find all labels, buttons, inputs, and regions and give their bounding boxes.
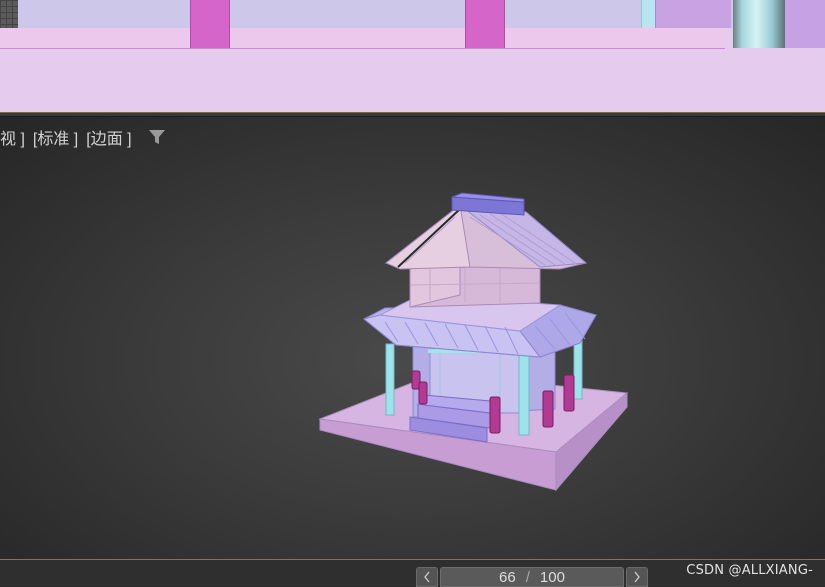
top-view-right-block [785,0,825,48]
current-frame: 66 [499,568,516,586]
time-slider-bar: 66 / 100 CSDN @ALLXIANG- [0,559,825,587]
top-view-lavender-block [655,0,731,28]
top-view-ledge-band [0,28,725,49]
chevron-right-icon [634,571,640,583]
top-view-cyan-strip [641,0,656,28]
total-frames: 100 [539,568,565,586]
top-viewport[interactable] [0,0,825,112]
next-frame-button[interactable] [626,567,648,587]
top-view-grid-corner [0,0,18,28]
top-view-pillar [190,0,230,48]
time-slider[interactable]: 66 / 100 [440,567,624,587]
watermark: CSDN @ALLXIANG- [686,563,813,578]
chevron-left-icon [424,571,430,583]
top-view-pillar [465,0,505,48]
frame-separator: / [525,568,530,586]
prev-frame-button[interactable] [416,567,438,587]
perspective-viewport[interactable]: 视 ] [标准 ] [边面 ] [0,117,825,559]
pavilion-model[interactable] [0,117,825,559]
top-view-column [733,0,785,48]
